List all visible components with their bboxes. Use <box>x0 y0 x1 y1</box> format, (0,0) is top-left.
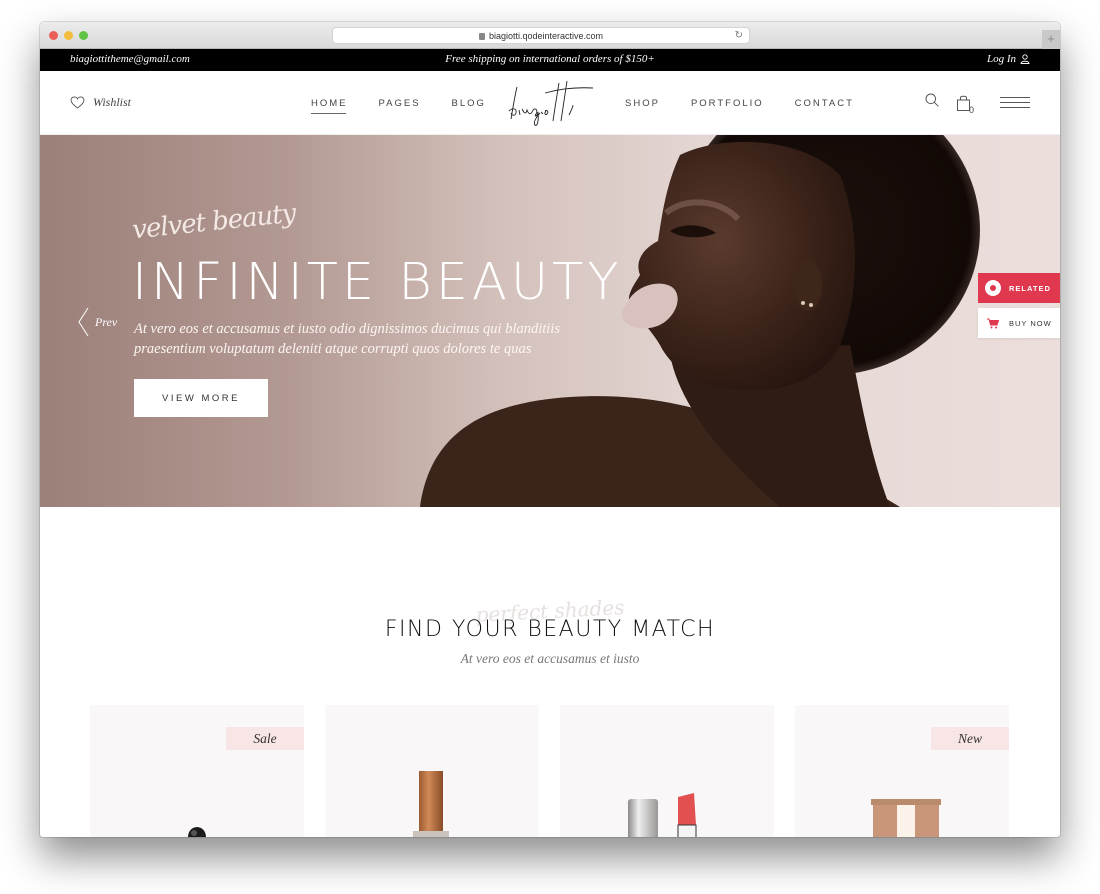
product-grid: Sale New <box>90 705 1009 837</box>
product-card[interactable]: New <box>795 705 1009 837</box>
hamburger-line <box>1000 102 1030 103</box>
sale-badge: Sale <box>226 727 304 750</box>
chevron-left-icon <box>78 307 89 337</box>
hero-description-line: At vero eos et accusamus et iusto odio d… <box>134 321 560 337</box>
beauty-match-section: perfect shades FIND YOUR BEAUTY MATCH At… <box>40 507 1060 837</box>
heart-icon <box>70 96 85 109</box>
login-link[interactable]: Log In <box>987 53 1030 65</box>
search-button[interactable] <box>925 93 939 112</box>
section-subtitle: At vero eos et accusamus et iusto <box>460 651 640 666</box>
section-title: FIND YOUR BEAUTY MATCH <box>384 617 716 642</box>
main-nav-left: HOME PAGES BLOG <box>311 98 486 114</box>
new-badge: New <box>931 727 1009 750</box>
zoom-window-button[interactable] <box>79 31 88 40</box>
view-more-button[interactable]: VIEW MORE <box>134 379 268 417</box>
browser-toolbar: biagiotti.qodeinteractive.com ↻ + <box>40 22 1060 49</box>
buy-now-label: BUY NOW <box>1009 318 1052 328</box>
hamburger-line <box>1000 97 1030 98</box>
search-icon <box>925 93 939 107</box>
lipstick-image <box>628 793 697 837</box>
wishlist-link[interactable]: Wishlist <box>70 95 131 110</box>
hamburger-line <box>1000 107 1030 108</box>
hero-description: At vero eos et accusamus et iusto odio d… <box>134 319 574 359</box>
prev-label: Prev <box>95 314 118 329</box>
wishlist-label: Wishlist <box>93 95 132 109</box>
buy-now-button[interactable]: BUY NOW <box>978 308 1060 338</box>
user-icon <box>1020 54 1030 64</box>
minimize-window-button[interactable] <box>64 31 73 40</box>
nav-home[interactable]: HOME <box>311 98 348 114</box>
product-card[interactable] <box>560 705 774 837</box>
nav-pages[interactable]: PAGES <box>379 98 421 109</box>
nav-contact[interactable]: CONTACT <box>795 98 854 109</box>
product-card[interactable] <box>325 705 539 837</box>
related-label: RELATED <box>1009 283 1051 293</box>
nav-blog[interactable]: BLOG <box>452 98 486 109</box>
foundation-tube-image <box>871 799 941 837</box>
login-label: Log In <box>986 53 1016 65</box>
nav-portfolio[interactable]: PORTFOLIO <box>691 98 764 109</box>
close-window-button[interactable] <box>49 31 58 40</box>
reload-icon[interactable]: ↻ <box>735 30 743 41</box>
side-widget: RELATED BUY NOW <box>978 273 1060 338</box>
related-icon <box>985 280 1001 296</box>
cart-count: 0 <box>968 104 974 115</box>
site-header: Wishlist HOME PAGES BLOG SHOP PORTFOLIO … <box>40 71 1060 135</box>
main-nav-right: SHOP PORTFOLIO CONTACT <box>625 98 854 109</box>
browser-window: biagiotti.qodeinteractive.com ↻ + biagio… <box>40 22 1060 837</box>
top-bar: biagiottitheme@gmail.com Free shipping o… <box>40 49 1060 71</box>
new-tab-button[interactable]: + <box>1042 30 1060 49</box>
slider-prev-button[interactable]: Prev <box>78 307 117 337</box>
header-actions: 0 <box>925 93 1030 115</box>
hero-title: INFINITE BEAUTY <box>132 253 623 312</box>
shipping-notice: Free shipping on international orders of… <box>445 53 655 65</box>
eyeliner-image <box>188 827 206 837</box>
hero-script-subtitle: velvet beauty <box>130 198 297 246</box>
cart-icon <box>987 318 999 328</box>
address-bar[interactable]: biagiotti.qodeinteractive.com ↻ <box>332 27 750 44</box>
cart-button[interactable]: 0 <box>956 95 974 115</box>
product-card[interactable]: Sale <box>90 705 304 837</box>
window-controls <box>49 31 88 40</box>
lock-icon <box>478 33 485 40</box>
hero-description-line: praesentium voluptatum deleniti atque co… <box>134 341 532 357</box>
bronze-bottle-image <box>413 771 449 837</box>
menu-button[interactable] <box>1000 97 1030 108</box>
logo-signature <box>508 80 594 126</box>
hero-slider: velvet beauty INFINITE BEAUTY At vero eo… <box>40 135 1060 507</box>
related-button[interactable]: RELATED <box>978 273 1060 303</box>
site-logo[interactable] <box>503 77 599 129</box>
url-text: biagiotti.qodeinteractive.com <box>488 30 604 41</box>
nav-shop[interactable]: SHOP <box>625 98 660 109</box>
